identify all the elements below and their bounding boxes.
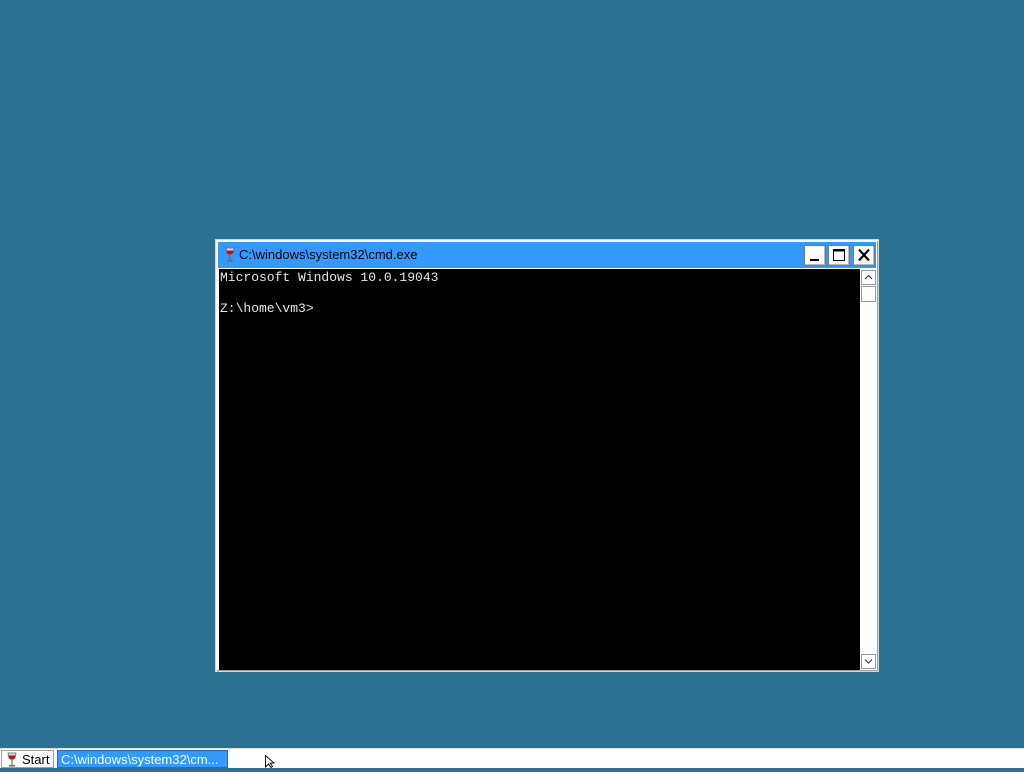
maximize-icon [833, 249, 845, 261]
console-prompt: Z:\home\vm3> [220, 301, 314, 316]
console-output[interactable]: Microsoft Windows 10.0.19043 Z:\home\vm3… [219, 269, 860, 670]
taskbar-item-cmd[interactable]: C:\windows\system32\cm... [57, 750, 228, 768]
minimize-icon [810, 259, 819, 261]
desktop[interactable]: C:\windows\system32\cmd.exe Microsoft Wi… [0, 0, 1024, 748]
wine-glass-icon [222, 247, 238, 263]
scroll-down-button[interactable] [861, 654, 876, 669]
wine-glass-icon [5, 752, 19, 767]
close-icon [858, 248, 870, 262]
chevron-down-icon [864, 659, 873, 664]
taskbar-item-label: C:\windows\system32\cm... [61, 752, 219, 767]
cmd-window[interactable]: C:\windows\system32\cmd.exe Microsoft Wi… [215, 239, 879, 672]
chevron-up-icon [864, 274, 873, 280]
scroll-up-button[interactable] [861, 270, 876, 285]
console-line: Microsoft Windows 10.0.19043 [220, 270, 439, 285]
start-label: Start [22, 752, 50, 767]
title-bar[interactable]: C:\windows\system32\cmd.exe [218, 242, 876, 268]
mouse-pointer-icon [265, 755, 276, 768]
window-title: C:\windows\system32\cmd.exe [239, 247, 418, 262]
close-button[interactable] [853, 245, 875, 266]
vertical-scrollbar[interactable] [860, 269, 876, 670]
scroll-thumb[interactable] [861, 286, 876, 302]
taskbar: Start C:\windows\system32\cm... [0, 748, 1024, 768]
minimize-button[interactable] [804, 245, 826, 266]
maximize-button[interactable] [828, 245, 850, 266]
start-button[interactable]: Start [1, 750, 54, 768]
